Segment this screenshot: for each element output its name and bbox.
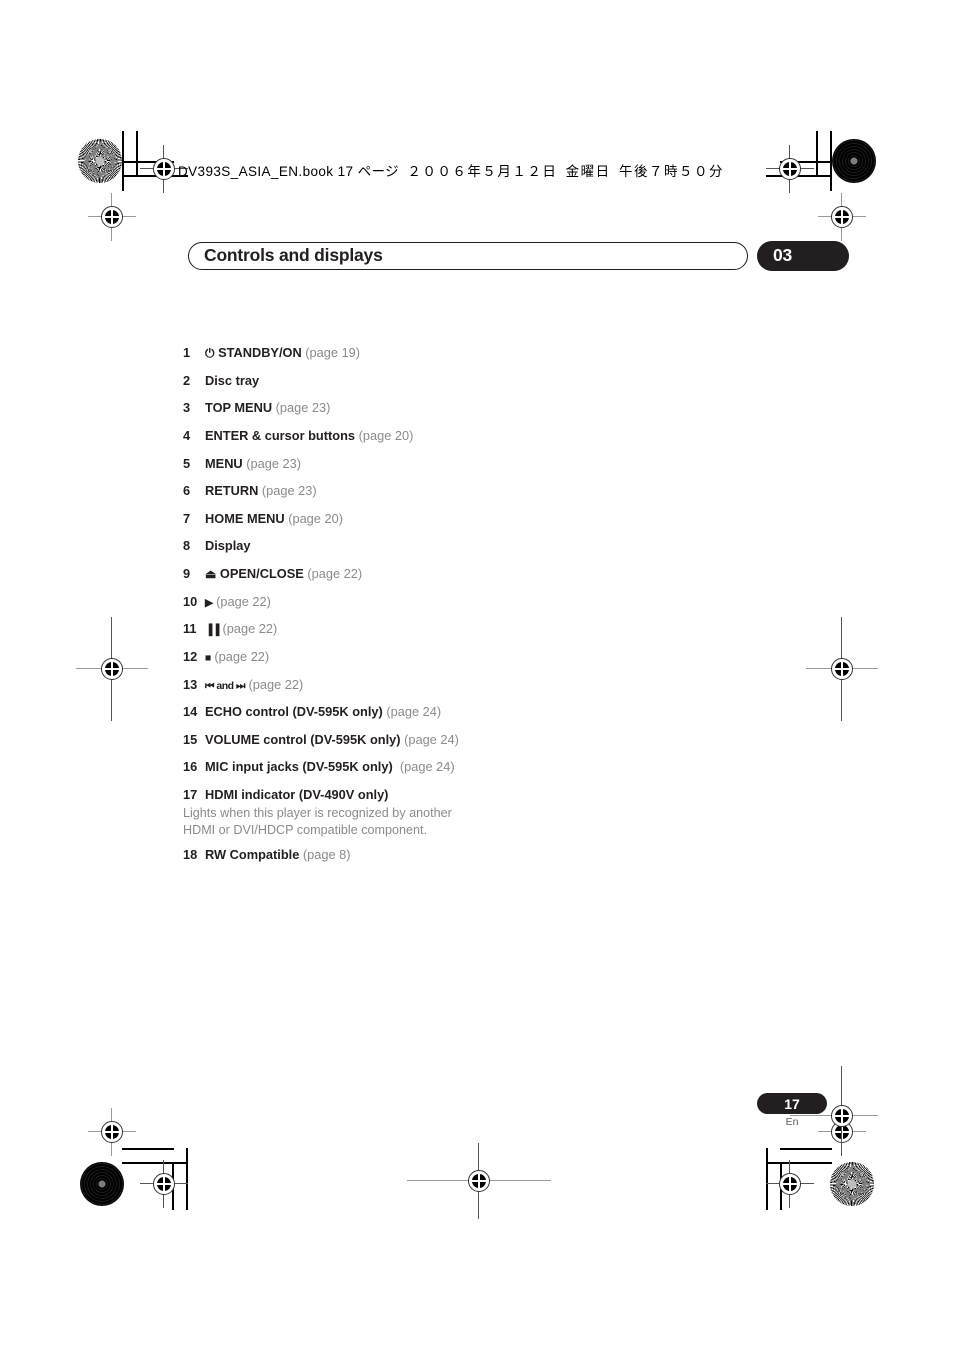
manual-page: DV393S_ASIA_EN.book 17 ページ ２００６年５月１２日 金曜… bbox=[0, 0, 954, 1351]
item-pageref: (page 22) bbox=[248, 676, 304, 692]
item-label: ENTER & cursor buttons bbox=[205, 427, 356, 443]
print-date: ２００６年５月１２日 bbox=[407, 164, 558, 179]
list-item: 5 MENU (page 23) bbox=[183, 456, 483, 473]
page-number-badge: 17 bbox=[757, 1093, 827, 1114]
item-pageref: (page 22) bbox=[307, 566, 363, 581]
item-number: 11 bbox=[183, 621, 197, 637]
list-item: 6 RETURN (page 23) bbox=[183, 483, 483, 500]
print-time: 午後７時５０分 bbox=[618, 164, 724, 179]
item-pageref: (page 24) bbox=[404, 731, 459, 747]
item-label: VOLUME control (DV-595K only) bbox=[205, 731, 401, 747]
item-number: 13 bbox=[183, 676, 198, 692]
item-label: MIC input jacks (DV-595K only) bbox=[205, 759, 393, 775]
list-item: 7 HOME MENU (page 20) bbox=[183, 511, 483, 528]
item-pageref: (page 22) bbox=[214, 648, 270, 664]
list-item: 11 ▐▐ (page 22) bbox=[183, 621, 483, 638]
item-label: Disc tray bbox=[205, 372, 260, 388]
item-pageref: (page 23) bbox=[246, 455, 302, 471]
item-label: STANDBY/ON bbox=[218, 345, 302, 360]
item-label: RETURN bbox=[205, 483, 259, 499]
item-number: 1 bbox=[183, 345, 191, 360]
list-item: 18 RW Compatible (page 8) bbox=[183, 847, 483, 864]
list-item: 1 ⏻ STANDBY/ON (page 19) bbox=[183, 345, 483, 362]
item-pageref: (page 20) bbox=[288, 510, 343, 526]
item-pageref: (page 19) bbox=[305, 345, 361, 360]
item-label: MENU bbox=[205, 455, 243, 471]
eject-icon: ⏏ bbox=[205, 567, 217, 581]
page-title: Controls and displays bbox=[204, 245, 383, 266]
chapter-number: 03 bbox=[773, 245, 793, 266]
play-icon: ▶ bbox=[205, 596, 213, 609]
list-item: 16 MIC input jacks (DV-595K only) (page 2… bbox=[183, 759, 483, 776]
list-item: 10 ▶ (page 22) bbox=[183, 594, 483, 611]
section-header-bar: Controls and displays bbox=[188, 242, 748, 270]
print-file-header: DV393S_ASIA_EN.book 17 ページ ２００６年５月１２日 金曜… bbox=[178, 160, 724, 180]
pause-icon: ▐▐ bbox=[205, 624, 219, 637]
list-item: 8 Display bbox=[183, 538, 483, 555]
item-label: HOME MENU bbox=[205, 510, 285, 526]
item-number: 8 bbox=[183, 538, 191, 554]
item-pageref: (page 22) bbox=[216, 593, 271, 609]
item-number: 2 bbox=[183, 372, 191, 388]
item-label: ECHO control (DV-595K only) bbox=[205, 704, 383, 720]
power-icon: ⏻ bbox=[205, 346, 215, 360]
print-file-name: DV393S_ASIA_EN.book bbox=[178, 164, 334, 179]
list-item: 13 ⏮︎ and ⏭︎ (page 22) bbox=[183, 677, 483, 694]
item-label: Display bbox=[205, 538, 251, 554]
previous-next-track-icon: ⏮︎ and ⏭︎ bbox=[205, 679, 245, 692]
list-item: 2 Disc tray bbox=[183, 373, 483, 390]
list-item: 9 ⏏ OPEN/CLOSE (page 22) bbox=[183, 566, 483, 583]
item-description: Lights when this player is recognized by… bbox=[183, 805, 452, 837]
item-number: 12 bbox=[183, 648, 198, 664]
item-number: 10 bbox=[183, 593, 198, 609]
item-label: RW Compatible bbox=[205, 847, 300, 863]
item-number: 18 bbox=[183, 847, 198, 863]
list-item: 14 ECHO control (DV-595K only) (page 24) bbox=[183, 704, 483, 721]
item-number: 15 bbox=[183, 731, 198, 747]
list-item: 3 TOP MENU (page 23) bbox=[183, 400, 483, 417]
item-pageref: (page 24) bbox=[399, 759, 455, 775]
item-number: 5 bbox=[183, 455, 191, 471]
item-label: HDMI indicator (DV-490V only) bbox=[205, 787, 389, 803]
chapter-badge: 03 bbox=[757, 241, 849, 271]
item-number: 7 bbox=[183, 510, 191, 526]
list-item: 12 ■ (page 22) bbox=[183, 649, 483, 666]
item-number: 17 bbox=[183, 787, 198, 803]
item-pageref: (page 20) bbox=[358, 427, 414, 443]
page-number: 17 bbox=[784, 1095, 800, 1112]
list-item: 17 HDMI indicator (DV-490V only) Lights w… bbox=[183, 787, 483, 838]
item-label: OPEN/CLOSE bbox=[219, 566, 304, 581]
control-callout-list: 1 ⏻ STANDBY/ON (page 19) 2 Disc tray 3 TOP … bbox=[183, 345, 483, 875]
item-number: 9 bbox=[183, 566, 191, 581]
item-pageref: (page 24) bbox=[386, 704, 442, 720]
print-page-marker: 17 ページ bbox=[337, 164, 400, 179]
list-item: 15 VOLUME control (DV-595K only) (page 24… bbox=[183, 732, 483, 749]
item-number: 6 bbox=[183, 483, 191, 499]
item-number: 14 bbox=[183, 704, 198, 720]
page-language-code: En bbox=[785, 1116, 799, 1128]
item-pageref: (page 8) bbox=[302, 847, 351, 863]
item-number: 16 bbox=[183, 759, 198, 775]
stop-icon: ■ bbox=[205, 651, 211, 664]
item-number: 3 bbox=[183, 400, 191, 416]
item-pageref: (page 23) bbox=[275, 400, 331, 416]
item-label: TOP MENU bbox=[205, 400, 273, 416]
item-pageref: (page 23) bbox=[261, 483, 317, 499]
item-pageref: (page 22) bbox=[222, 621, 278, 637]
list-item: 4 ENTER & cursor buttons (page 20) bbox=[183, 428, 483, 445]
print-weekday: 金曜日 bbox=[565, 164, 611, 179]
item-number: 4 bbox=[183, 427, 191, 443]
